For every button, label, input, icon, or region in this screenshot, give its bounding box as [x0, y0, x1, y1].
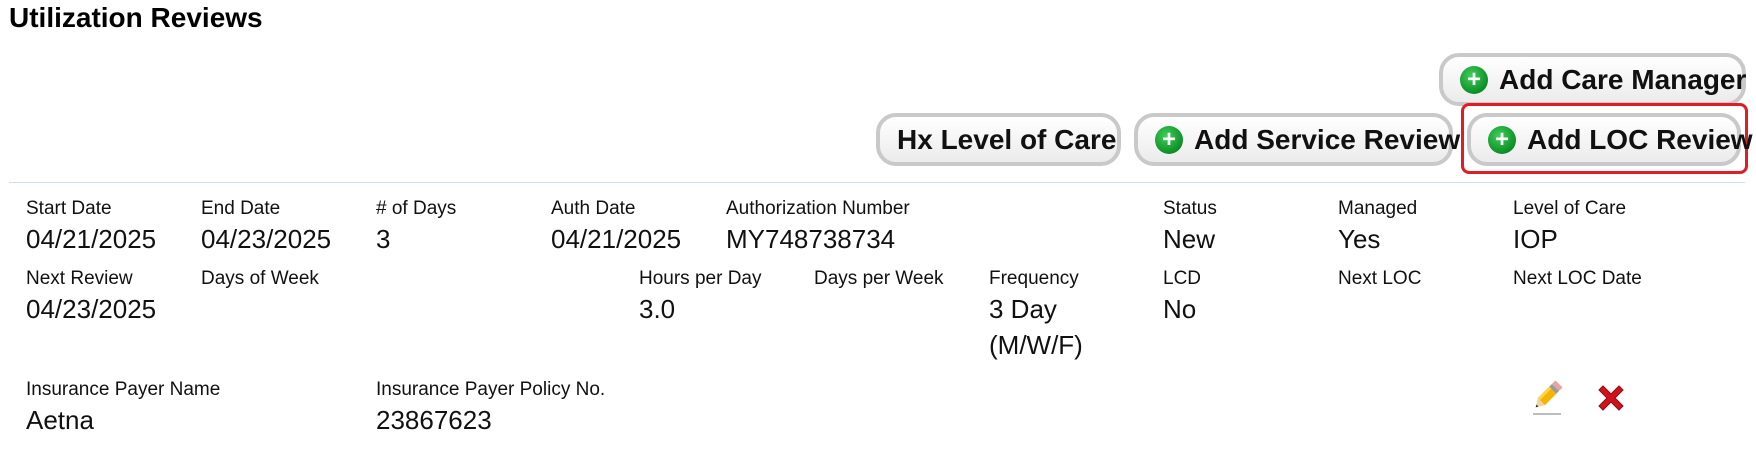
- page-title: Utilization Reviews: [9, 2, 263, 33]
- section-divider: [9, 182, 1745, 183]
- next-review-label: Next Review: [26, 268, 133, 289]
- hours-per-day-label: Hours per Day: [639, 268, 762, 289]
- auth-date-label: Auth Date: [551, 198, 636, 219]
- plus-circle-icon: +: [1155, 125, 1183, 154]
- hx-level-of-care-label: Hx Level of Care: [897, 123, 1117, 155]
- days-of-week-label: Days of Week: [201, 268, 319, 289]
- start-date-value: 04/21/2025: [26, 224, 157, 254]
- status-label: Status: [1163, 198, 1217, 219]
- managed-label: Managed: [1338, 198, 1418, 219]
- x-delete-icon[interactable]: [1594, 381, 1628, 415]
- add-care-manager-button[interactable]: + Add Care Manager: [1439, 53, 1746, 106]
- frequency-value-line2: (M/W/F): [989, 330, 1083, 360]
- level-of-care-label: Level of Care: [1513, 198, 1627, 219]
- add-service-review-button[interactable]: + Add Service Review: [1134, 113, 1460, 166]
- next-loc-label: Next LOC: [1338, 268, 1422, 289]
- num-days-value: 3: [376, 224, 391, 254]
- pencil-icon[interactable]: [1530, 379, 1564, 417]
- start-date-label: Start Date: [26, 198, 112, 219]
- auth-date-value: 04/21/2025: [551, 224, 682, 254]
- end-date-value: 04/23/2025: [201, 224, 332, 254]
- num-days-label: # of Days: [376, 198, 457, 219]
- insurance-payer-name-value: Aetna: [26, 405, 94, 435]
- add-care-manager-label: Add Care Manager: [1499, 63, 1747, 95]
- hours-per-day-value: 3.0: [639, 294, 676, 324]
- status-value: New: [1163, 224, 1216, 254]
- managed-value: Yes: [1338, 224, 1381, 254]
- insurance-payer-policy-no-label: Insurance Payer Policy No.: [376, 379, 606, 400]
- plus-circle-icon: +: [1460, 65, 1488, 94]
- frequency-value-line1: 3 Day: [989, 294, 1057, 324]
- level-of-care-value: IOP: [1513, 224, 1558, 254]
- authorization-number-label: Authorization Number: [726, 198, 910, 219]
- days-per-week-label: Days per Week: [814, 268, 944, 289]
- authorization-number-value: MY748738734: [726, 224, 896, 254]
- lcd-value: No: [1163, 294, 1197, 324]
- frequency-label: Frequency: [989, 268, 1079, 289]
- add-loc-review-label: Add LOC Review: [1527, 123, 1753, 155]
- next-review-value: 04/23/2025: [26, 294, 157, 324]
- add-loc-review-button[interactable]: + Add LOC Review: [1467, 113, 1753, 166]
- hx-level-of-care-button[interactable]: Hx Level of Care: [876, 113, 1121, 166]
- end-date-label: End Date: [201, 198, 281, 219]
- insurance-payer-policy-no-value: 23867623: [376, 405, 492, 435]
- plus-circle-icon: +: [1488, 125, 1516, 154]
- lcd-label: LCD: [1163, 268, 1202, 289]
- next-loc-date-label: Next LOC Date: [1513, 268, 1642, 289]
- add-service-review-label: Add Service Review: [1194, 123, 1461, 155]
- insurance-payer-name-label: Insurance Payer Name: [26, 379, 221, 400]
